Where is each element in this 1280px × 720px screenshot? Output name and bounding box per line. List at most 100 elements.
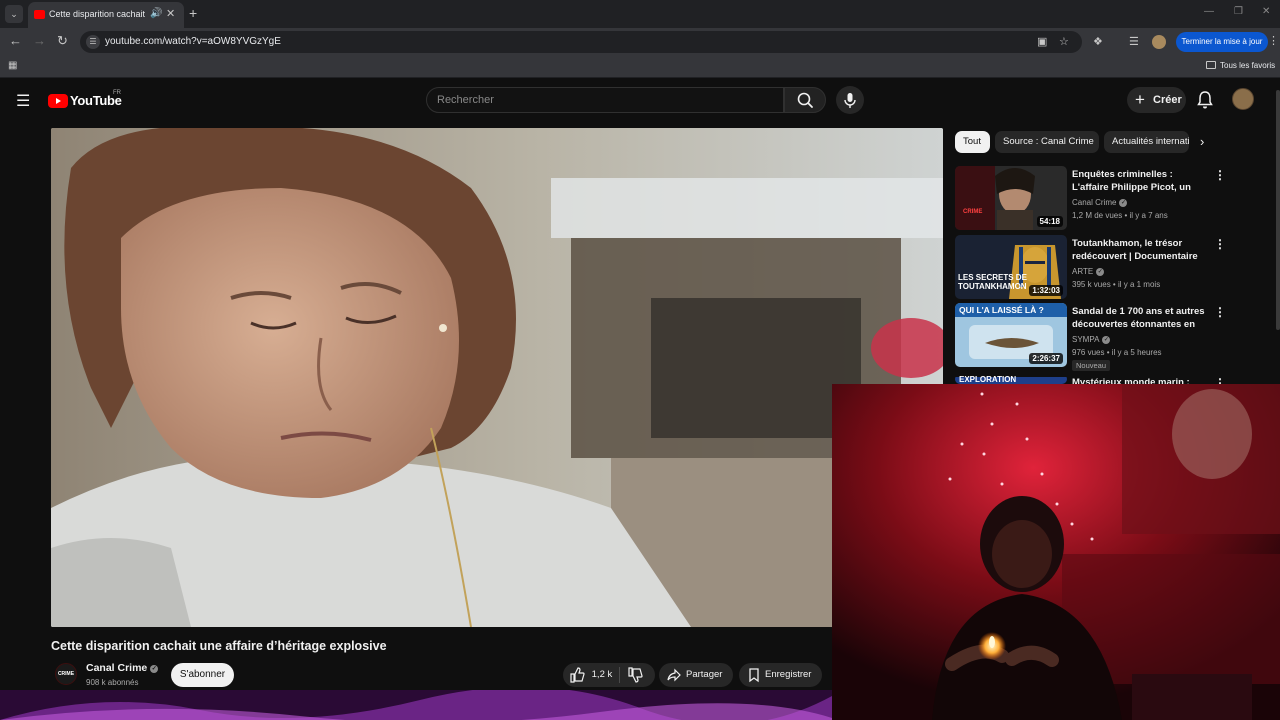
chip-news[interactable]: Actualités internationales	[1104, 131, 1189, 153]
reload-icon[interactable]: ↻	[57, 33, 68, 49]
thumbnail-text: CRIME	[963, 209, 983, 215]
rec-thumbnail[interactable]: QUI L'A LAISSÉ LÀ ? 2:26:37	[955, 303, 1067, 367]
video-frame-image	[51, 128, 943, 627]
webcam-overlay	[832, 384, 1280, 720]
duration-badge: 54:18	[1036, 216, 1063, 227]
forward-icon[interactable]: →	[33, 33, 46, 48]
rec-channel-name: SYMPA	[1072, 335, 1100, 344]
tab-title: Cette disparition cachait une affaire d'…	[49, 9, 147, 19]
like-button[interactable]: 1,2 k	[569, 663, 612, 687]
rec-views: 1,2 M de vues	[1072, 211, 1123, 220]
subscribe-button[interactable]: S'abonner	[171, 663, 234, 687]
rec-channel[interactable]: Canal Crime ✓	[1072, 198, 1128, 207]
share-button[interactable]: Partager	[659, 663, 733, 687]
address-bar[interactable]: ☰ youtube.com/watch?v=aOW8YVGzYgE ▣ ☆	[80, 31, 1082, 53]
extensions-icon[interactable]: ❖	[1093, 35, 1103, 48]
rec-age: il y a 7 ans	[1129, 211, 1168, 220]
rec-title[interactable]: Enquêtes criminelles : L'affaire Philipp…	[1072, 168, 1212, 195]
site-info-icon[interactable]: ☰	[86, 35, 100, 49]
rec-meta: 976 vues • il y a 5 heures	[1072, 348, 1162, 357]
channel-name-link[interactable]: Canal Crime ✓	[86, 662, 159, 674]
apps-grid-icon[interactable]: ▦	[8, 60, 17, 71]
search-input[interactable]: Rechercher	[426, 87, 784, 113]
bookmarks-bar: ▦ Tous les favoris	[0, 56, 1280, 78]
like-dislike-group: 1,2 k	[563, 663, 655, 687]
more-vert-icon[interactable]: ⋮	[1214, 305, 1226, 319]
search-placeholder: Rechercher	[437, 94, 494, 106]
like-count: 1,2 k	[591, 669, 613, 680]
create-label: Créer	[1153, 94, 1182, 106]
verified-icon: ✓	[150, 665, 159, 673]
rec-channel-name: ARTE	[1072, 267, 1094, 276]
tab-audio-icon[interactable]: 🔊	[150, 8, 162, 19]
rec-thumbnail[interactable]: CRIME 54:18	[955, 166, 1067, 230]
create-button[interactable]: + Créer	[1127, 87, 1186, 113]
close-window-icon[interactable]: ✕	[1262, 6, 1270, 17]
channel-avatar[interactable]: CRIME	[55, 663, 77, 685]
share-label: Partager	[686, 669, 723, 680]
verified-icon: ✓	[1096, 268, 1105, 276]
profile-avatar[interactable]	[1152, 35, 1166, 49]
voice-search-button[interactable]	[836, 86, 864, 114]
channel-name: Canal Crime	[86, 662, 148, 674]
youtube-favicon-icon	[34, 10, 45, 19]
video-title: Cette disparition cachait une affaire d’…	[51, 639, 387, 653]
browser-tabbar: ⌄ Cette disparition cachait une affaire …	[0, 0, 1280, 28]
rec-age: il y a 1 mois	[1117, 280, 1161, 289]
recommendation-item[interactable]: CRIME 54:18 Enquêtes criminelles : L'aff…	[955, 166, 1245, 230]
rec-thumbnail[interactable]: LES SECRETS DE TOUTANKHAMON 1:32:03	[955, 235, 1067, 299]
rec-channel[interactable]: ARTE ✓	[1072, 267, 1105, 276]
duration-badge: 2:26:37	[1029, 353, 1063, 364]
update-button[interactable]: Terminer la mise à jour	[1176, 32, 1268, 52]
chrome-menu-icon[interactable]: ⋮	[1268, 34, 1279, 47]
bookmark-star-icon[interactable]: ☆	[1059, 35, 1069, 48]
guide-menu-icon[interactable]: ☰	[16, 91, 30, 111]
channel-avatar-text: CRIME	[57, 671, 75, 677]
video-player[interactable]	[51, 128, 943, 627]
save-button[interactable]: Enregistrer	[739, 663, 822, 687]
tab-search-button[interactable]: ⌄	[5, 5, 23, 23]
new-tab-button[interactable]: +	[189, 5, 197, 21]
rec-views: 976 vues	[1072, 348, 1105, 357]
account-avatar[interactable]	[1232, 88, 1254, 110]
rec-age: il y a 5 heures	[1111, 348, 1162, 357]
page-scrollbar[interactable]	[1276, 90, 1280, 330]
microphone-icon	[844, 93, 856, 108]
notifications-bell-icon[interactable]	[1196, 90, 1214, 115]
recommendation-item[interactable]: LES SECRETS DE TOUTANKHAMON 1:32:03 Tout…	[955, 235, 1245, 299]
more-vert-icon[interactable]: ⋮	[1214, 168, 1226, 182]
rec-channel-name: Canal Crime	[1072, 198, 1117, 207]
thumbs-down-icon	[628, 667, 643, 683]
restore-icon[interactable]: ❐	[1234, 6, 1243, 17]
search-button[interactable]	[784, 87, 826, 113]
all-bookmarks-button[interactable]: Tous les favoris	[1206, 61, 1275, 70]
rec-channel[interactable]: SYMPA ✓	[1072, 335, 1111, 344]
rec-meta: 1,2 M de vues • il y a 7 ans	[1072, 211, 1168, 220]
url-text: youtube.com/watch?v=aOW8YVGzYgE	[105, 36, 281, 47]
minimize-icon[interactable]: —	[1204, 6, 1214, 17]
all-bookmarks-label: Tous les favoris	[1220, 61, 1276, 70]
rec-title[interactable]: Toutankhamon, le trésor redécouvert | Do…	[1072, 237, 1212, 264]
related-chips-bar: Tout Source : Canal Crime Actualités int…	[955, 131, 1215, 153]
install-app-icon[interactable]: ▣	[1037, 35, 1047, 48]
webcam-image	[832, 384, 1280, 720]
rec-thumbnail[interactable]: EXPLORATION	[955, 374, 1067, 384]
chip-source[interactable]: Source : Canal Crime	[995, 131, 1099, 153]
screen: ⌄ Cette disparition cachait une affaire …	[0, 0, 1280, 720]
dislike-button[interactable]	[627, 663, 643, 687]
chip-all[interactable]: Tout	[955, 131, 990, 153]
rec-title[interactable]: Sandal de 1 700 ans et autres découverte…	[1072, 305, 1212, 332]
browser-toolbar: ← → ↻ ☰ youtube.com/watch?v=aOW8YVGzYgE …	[0, 28, 1280, 56]
recommendation-item[interactable]: QUI L'A LAISSÉ LÀ ? 2:26:37 Sandal de 1 …	[955, 303, 1245, 371]
more-vert-icon[interactable]: ⋮	[1214, 237, 1226, 251]
youtube-logo[interactable]: YouTube	[48, 92, 122, 110]
plus-icon: +	[1135, 90, 1145, 109]
chevron-right-icon[interactable]: ›	[1200, 134, 1204, 149]
tab-close-icon[interactable]: ✕	[166, 7, 175, 20]
back-icon[interactable]: ←	[9, 33, 22, 48]
bookmark-icon	[749, 668, 759, 683]
reading-list-icon[interactable]: ☰	[1129, 35, 1139, 48]
browser-tab-active[interactable]: Cette disparition cachait une affaire d'…	[28, 2, 184, 28]
save-label: Enregistrer	[765, 669, 812, 680]
purple-banner-image	[0, 690, 832, 720]
